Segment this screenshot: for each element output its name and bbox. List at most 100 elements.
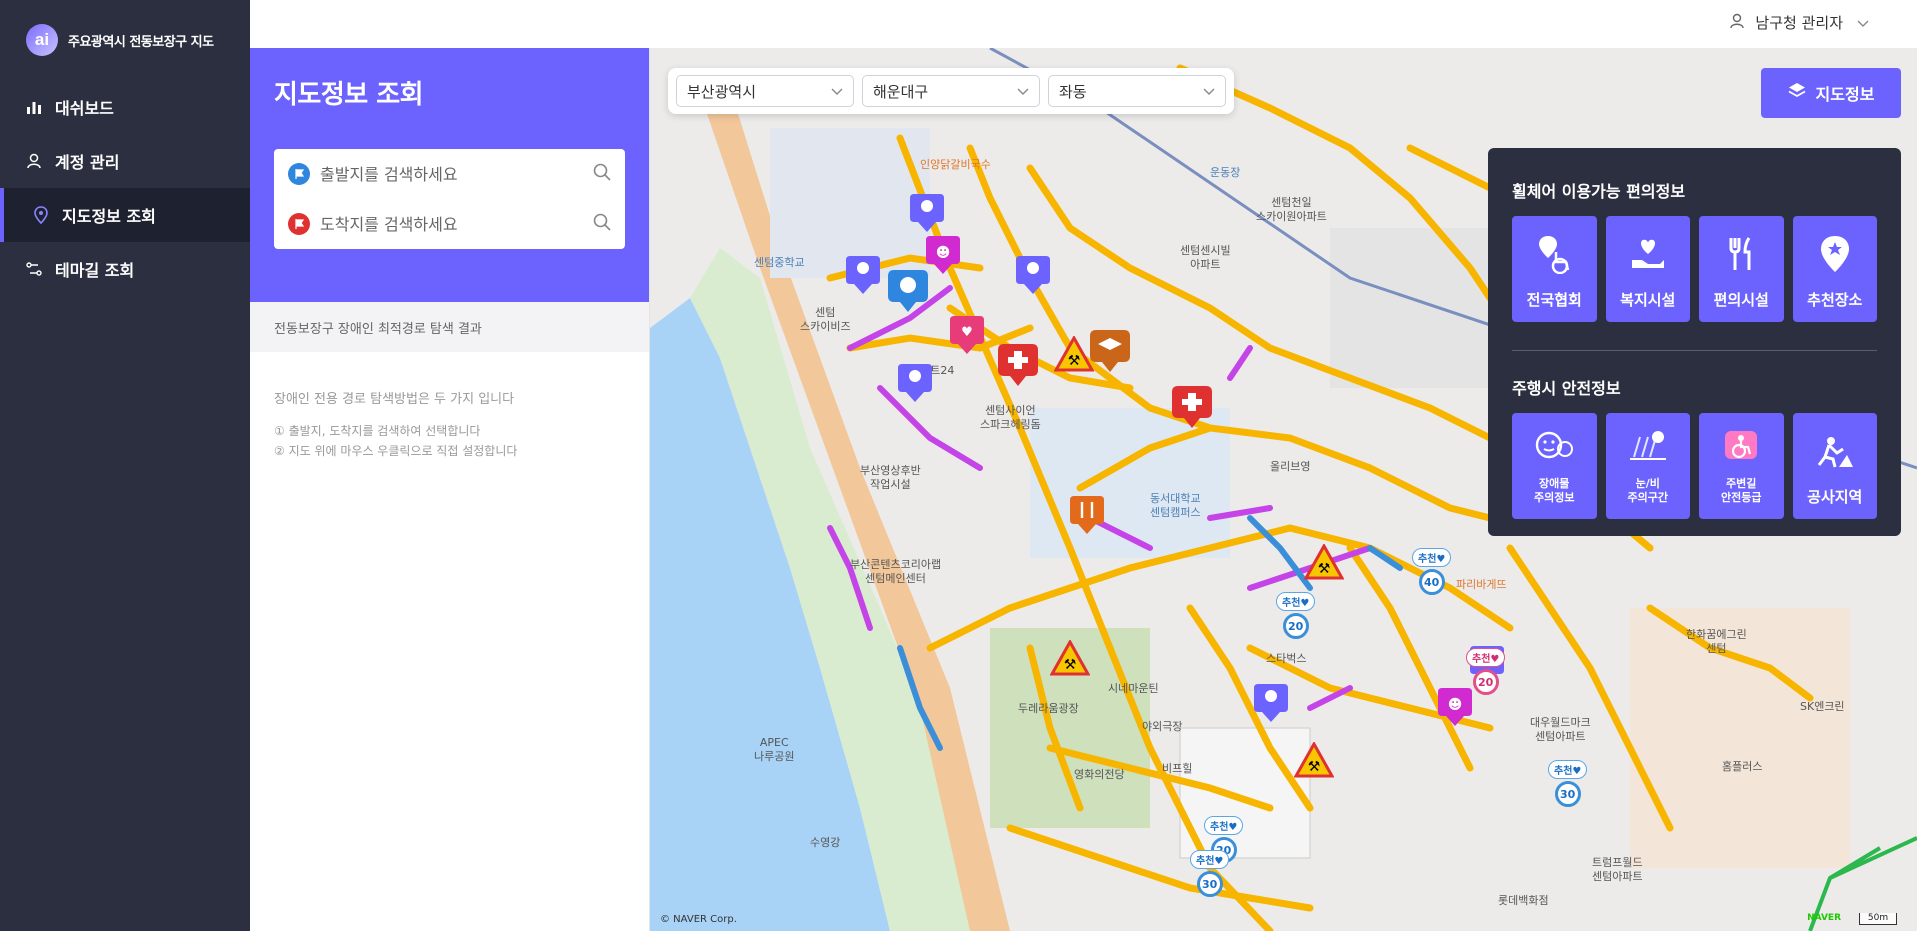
culture-icon[interactable]: ☻ <box>926 236 960 280</box>
end-search-input[interactable] <box>320 214 593 234</box>
start-search-input[interactable] <box>320 164 593 184</box>
map-label: 시네마운틴 <box>1108 682 1159 695</box>
restaurant-icon[interactable] <box>1070 496 1104 540</box>
construction-warning-icon[interactable]: ⚒ <box>1293 740 1335 782</box>
map-label: 부산영상후반 작업시설 <box>860 464 921 491</box>
divider <box>1512 350 1877 351</box>
convenience-title: 휠체어 이용가능 편의정보 <box>1512 182 1686 201</box>
layer-label: 장애물 주의정보 <box>1534 477 1575 504</box>
recommend-marker[interactable]: 추천♥ 40 <box>1412 548 1452 595</box>
svg-text:⚒: ⚒ <box>1318 561 1331 577</box>
pin-icon[interactable] <box>898 364 932 408</box>
construction-icon <box>1815 413 1855 489</box>
layer-obstacle-button[interactable]: 장애물 주의정보 <box>1512 413 1597 519</box>
user-icon <box>1729 13 1745 33</box>
dong-select[interactable]: 좌동 <box>1048 75 1226 107</box>
user-menu[interactable]: 남구청 관리자 <box>1729 12 1869 33</box>
city-value: 부산광역시 <box>687 82 757 101</box>
guide-title: 장애인 전용 경로 탐색방법은 두 가지 입니다 <box>274 392 515 407</box>
svg-text:☻: ☻ <box>1448 697 1463 713</box>
map-info-button[interactable]: 지도정보 <box>1761 68 1901 118</box>
dong-value: 좌동 <box>1059 82 1087 101</box>
layer-convenience-button[interactable]: 편의시설 <box>1699 216 1784 322</box>
recommend-tag: 추천♥ <box>1412 548 1452 567</box>
map-label: APEC 나루공원 <box>754 736 795 763</box>
convenience-grid: 전국협회 복지시설 편의시설 추천장소 <box>1512 216 1877 322</box>
map-label: 센텀천일 스카이원아파트 <box>1256 196 1327 223</box>
map-label: 올리브영 <box>1270 460 1311 473</box>
fork-knife-icon <box>1721 216 1761 292</box>
district-select[interactable]: 해운대구 <box>862 75 1040 107</box>
recommend-marker[interactable]: 추천♥ 30 <box>1548 760 1588 807</box>
sidebar-item-label: 테마길 조회 <box>55 261 135 280</box>
recommend-tag: 추천♥ <box>1466 648 1506 667</box>
layer-weather-button[interactable]: 눈/비 주의구간 <box>1605 413 1690 519</box>
chevron-down-icon <box>1203 82 1215 100</box>
recommend-marker[interactable]: 추천♥ 20 <box>1466 648 1506 695</box>
recommend-marker[interactable]: 추천♥ 30 <box>1190 850 1230 897</box>
wheelchair-pin-icon <box>1534 216 1574 292</box>
hospital-icon[interactable] <box>1172 386 1212 434</box>
map-label: 야외극장 <box>1142 720 1183 733</box>
map-info-panel: 지도정보 조회 전동보장구 장애인 최적경로 탐색 결과 장애인 전용 경로 탐… <box>250 48 650 931</box>
region-selectors: 부산광역시 해운대구 좌동 <box>668 68 1234 114</box>
map-label: 부산콘텐츠코리아랩 센텀메인센터 <box>850 558 942 585</box>
school-icon[interactable] <box>1090 330 1130 378</box>
sidebar-item-dashboard[interactable]: 대쉬보드 <box>0 80 250 134</box>
search-icon[interactable] <box>593 213 611 235</box>
map-label: 운동장 <box>1210 166 1241 179</box>
district-value: 해운대구 <box>873 82 929 101</box>
recommend-marker[interactable]: 추천♥ 20 <box>1276 592 1316 639</box>
pin-icon[interactable] <box>1016 256 1050 300</box>
wheelchair-grade-icon <box>1721 413 1761 477</box>
map-info-button-label: 지도정보 <box>1815 85 1875 104</box>
guide-step-1: ① 출발지, 도착지를 검색하여 선택합니다 <box>274 424 481 438</box>
layer-grade-button[interactable]: 주변길 안전등급 <box>1699 413 1784 519</box>
construction-warning-icon[interactable]: ⚒ <box>1053 334 1095 376</box>
route-search-box <box>274 149 625 249</box>
layer-label: 주변길 안전등급 <box>1721 477 1762 504</box>
map-label: 수영강 <box>810 836 841 849</box>
layer-construction-button[interactable]: 공사지역 <box>1792 413 1877 519</box>
welfare-heart-icon[interactable]: ♥ <box>950 316 984 360</box>
obstacle-face-icon <box>1534 413 1574 477</box>
sidebar-item-map-info[interactable]: 지도정보 조회 <box>0 188 250 242</box>
search-icon[interactable] <box>593 163 611 185</box>
map-label: 대우월드마크 센텀아파트 <box>1530 716 1591 743</box>
recommend-place-icon[interactable] <box>888 270 928 318</box>
layer-welfare-button[interactable]: 복지시설 <box>1605 216 1690 322</box>
chevron-down-icon <box>1017 82 1029 100</box>
bar-chart-icon <box>25 98 43 116</box>
hospital-icon[interactable] <box>998 344 1038 392</box>
layer-association-button[interactable]: 전국협회 <box>1512 216 1597 322</box>
star-pin-icon <box>1815 216 1855 292</box>
map-label: 영화의전당 <box>1074 768 1125 781</box>
city-select[interactable]: 부산광역시 <box>676 75 854 107</box>
layer-recommend-button[interactable]: 추천장소 <box>1792 216 1877 322</box>
sidebar-item-label: 대쉬보드 <box>55 99 114 118</box>
construction-warning-icon[interactable]: ⚒ <box>1049 638 1091 680</box>
brand[interactable]: ai 주요광역시 전동보장구 지도 <box>0 0 250 80</box>
recommend-tag: 추천♥ <box>1190 850 1230 869</box>
map-scale: 50m <box>1859 913 1897 925</box>
map-label: 롯데백화점 <box>1498 894 1549 907</box>
construction-warning-icon[interactable]: ⚒ <box>1303 542 1345 584</box>
pin-icon[interactable] <box>1254 684 1288 728</box>
user-name: 남구청 관리자 <box>1755 14 1843 32</box>
start-flag-icon <box>288 163 310 185</box>
layers-icon <box>1788 82 1806 104</box>
map-label: 비프힐 <box>1162 762 1193 775</box>
map-copyright: © NAVER Corp. <box>660 914 737 925</box>
page-title: 지도정보 조회 <box>274 80 424 110</box>
layer-label: 전국협회 <box>1526 291 1582 309</box>
sidebar-item-theme-road[interactable]: 테마길 조회 <box>0 242 250 296</box>
naver-logo: NAVER <box>1807 913 1841 923</box>
welfare-pin-icon[interactable] <box>910 194 944 238</box>
map-canvas[interactable]: 센텀중학교 센텀 스카이비즈 이마트24 센텀사이언 스파크헤링돔 부산영상후반… <box>650 48 1917 931</box>
recommend-value: 40 <box>1418 569 1445 595</box>
end-search-row <box>288 199 611 249</box>
sidebar-item-label: 지도정보 조회 <box>62 207 156 226</box>
sidebar-item-account[interactable]: 계정 관리 <box>0 134 250 188</box>
association-pin-icon[interactable] <box>846 256 880 300</box>
start-search-row <box>288 149 611 199</box>
